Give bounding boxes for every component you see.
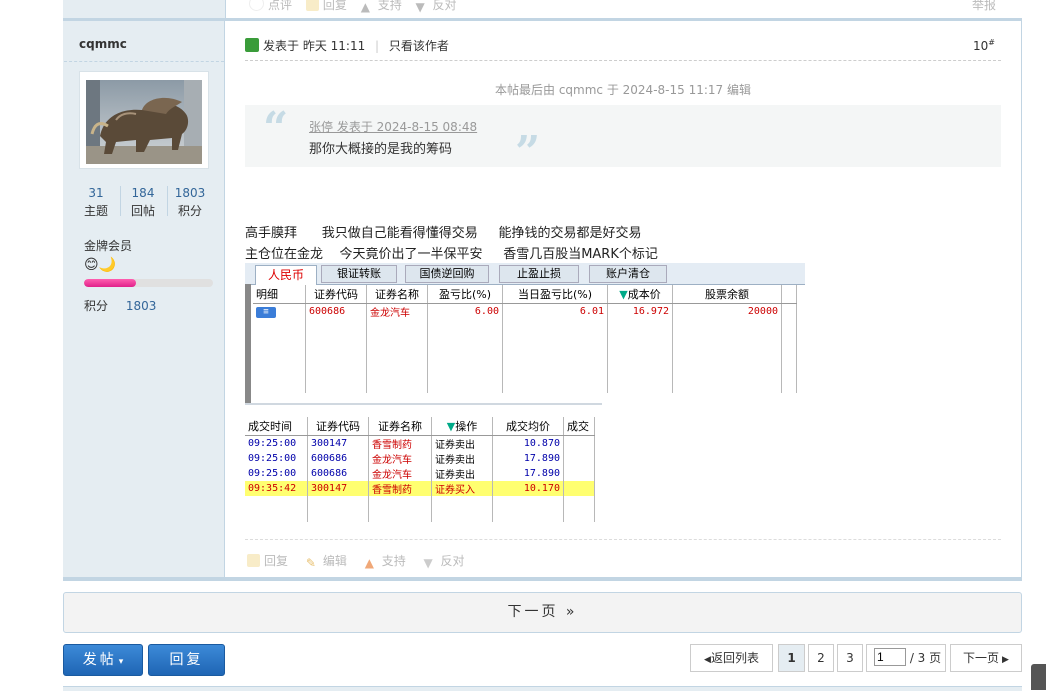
col-cost[interactable]: ▼成本价 [607, 285, 673, 304]
stat-threads[interactable]: 31 主题 [74, 186, 118, 219]
page-jump-input[interactable] [874, 648, 906, 666]
table-row-highlighted[interactable]: 09:35:42 300147 香雪制药 证券买入 10.170 [245, 481, 595, 496]
table-row[interactable]: 09:25:00 600686 金龙汽车 证券卖出 17.890 [245, 466, 595, 481]
tab-rmb[interactable]: 人民币 [255, 265, 317, 285]
avatar[interactable] [79, 71, 209, 169]
trades-table: 成交时间 证券代码 证券名称 ▼操作 成交均价 成交 09:25:00 30014… [245, 417, 595, 522]
left-frame [245, 284, 251, 403]
rank-stars-icon: 😊🌙 [84, 257, 117, 273]
col-balance[interactable]: 股票余额 [672, 285, 782, 304]
page-jump: / 3 页 [866, 644, 946, 672]
post-line-2: 主仓位在金龙 今天竟价出了一半保平安 香雪几百股当MARK个标记 [245, 247, 658, 262]
only-author-link[interactable]: 只看该作者 [389, 39, 449, 53]
tab-bank-transfer[interactable]: 银证转账 [321, 265, 397, 283]
detail-list-icon[interactable]: ≡ [256, 306, 276, 318]
divider [245, 539, 1001, 540]
divider [64, 61, 224, 62]
close-quote-icon: ” [515, 127, 541, 178]
username[interactable]: cqmmc [79, 37, 127, 51]
post-time: 发表于 昨天 11:11 [263, 39, 366, 53]
stat-replies[interactable]: 184 回帖 [121, 186, 165, 219]
col-trade-code[interactable]: 证券代码 [307, 417, 369, 436]
reply-link[interactable]: 回复 [247, 554, 288, 568]
next-page-bar[interactable]: 下一页 » [63, 592, 1022, 633]
previous-post-footer [63, 0, 1022, 21]
page-2-button[interactable]: 2 [808, 644, 834, 672]
prev-report-link[interactable]: 举报 [972, 0, 996, 13]
page-total: / 3 页 [909, 651, 942, 665]
prev-oppose-link[interactable]: ▼ 反对 [415, 0, 457, 14]
tab-stop-loss[interactable]: 止盈止损 [499, 265, 579, 283]
thumbs-down-icon: ▼ [415, 0, 425, 14]
open-quote-icon: “ [263, 103, 289, 154]
col-trade-name[interactable]: 证券名称 [368, 417, 432, 436]
pencil-icon: ✎ [305, 556, 316, 570]
detail-cell[interactable]: ≡ [253, 303, 306, 319]
edit-link[interactable]: ✎ 编辑 [305, 554, 347, 570]
quote-text: 那你大概接的是我的筹码 [309, 142, 453, 157]
divider [63, 686, 1022, 691]
floor-number[interactable]: 10# [973, 38, 995, 53]
prev-comment-link[interactable]: 点评 [249, 0, 292, 12]
col-trade-more[interactable]: 成交 [563, 417, 595, 436]
col-detail[interactable]: 明细 [253, 285, 306, 304]
quote-author-link[interactable]: 张停 发表于 2024-8-15 08:48 [309, 118, 477, 135]
thumbs-up-icon: ▲ [360, 0, 370, 14]
divider [63, 577, 1022, 581]
score-progress-fill [84, 279, 136, 287]
user-rank: 金牌会员 [84, 239, 133, 253]
table-row[interactable]: ≡ 600686 金龙汽车 6.00 6.01 16.972 20000 [253, 303, 797, 319]
table-row[interactable]: 09:25:00 600686 金龙汽车 证券卖出 17.890 [245, 451, 595, 466]
reply-icon [305, 0, 319, 11]
post-meta: 发表于 昨天 11:11 | 只看该作者 [245, 37, 449, 54]
oppose-link[interactable]: ▼ 反对 [423, 554, 465, 570]
prev-reply-link[interactable]: 回复 [305, 0, 347, 12]
next-page-button[interactable]: 下一页 ▶ [950, 644, 1022, 672]
reply-icon [247, 554, 260, 567]
thumbs-up-icon: ▲ [364, 556, 374, 570]
col-day-pl-ratio[interactable]: 当日盈亏比(%) [502, 285, 608, 304]
thumbs-down-icon: ▼ [423, 556, 433, 570]
page-3-button[interactable]: 3 [837, 644, 863, 672]
chevron-down-icon: ▾ [118, 657, 124, 667]
col-trade-op[interactable]: ▼操作 [431, 417, 493, 436]
score-label: 积分 [84, 299, 109, 313]
online-user-icon [245, 38, 259, 52]
sort-down-icon: ▼ [619, 288, 628, 301]
page-1-button[interactable]: 1 [778, 644, 805, 672]
col-pl-ratio[interactable]: 盈亏比(%) [427, 285, 503, 304]
col-trade-price[interactable]: 成交均价 [492, 417, 564, 436]
tab-clear-account[interactable]: 账户清仓 [589, 265, 667, 283]
chevron-right-icon: ▶ [1002, 655, 1009, 665]
col-code[interactable]: 证券代码 [305, 285, 367, 304]
score-row: 积分 1803 [84, 297, 156, 314]
post-line-1: 高手膜拜 我只做自己能看得懂得交易 能挣钱的交易都是好交易 [245, 226, 642, 241]
new-post-button[interactable]: 发帖 ▾ [63, 644, 143, 676]
prev-post-actions: 点评 回复 ▲ 支持 ▼ 反对 [249, 0, 457, 14]
feedback-icon[interactable] [1031, 664, 1046, 690]
tab-reverse-repo[interactable]: 国债逆回购 [405, 265, 489, 283]
score-progress-bar [84, 279, 213, 287]
col-name[interactable]: 证券名称 [366, 285, 428, 304]
comment-icon [249, 0, 264, 11]
stat-points[interactable]: 1803 积分 [168, 186, 212, 219]
sort-down-icon: ▼ [446, 420, 456, 433]
table-row[interactable]: 09:25:00 300147 香雪制药 证券卖出 10.870 [245, 435, 595, 451]
divider [245, 60, 1001, 61]
score-value[interactable]: 1803 [126, 299, 157, 313]
reply-button[interactable]: 回复 [148, 644, 225, 676]
quote-block: “ ” 张停 发表于 2024-8-15 08:48 那你大概接的是我的筹码 [245, 103, 1001, 178]
holdings-table: 明细 证券代码 证券名称 盈亏比(%) 当日盈亏比(%) ▼成本价 股票余额 ≡… [253, 285, 797, 393]
chevron-left-icon: ◀ [704, 655, 711, 665]
post-actions: 回复 ✎ 编辑 ▲ 支持 ▼ 反对 [247, 552, 465, 570]
col-trade-time[interactable]: 成交时间 [245, 417, 308, 436]
prev-support-link[interactable]: ▲ 支持 [360, 0, 402, 14]
support-link[interactable]: ▲ 支持 [364, 554, 406, 570]
back-to-list-button[interactable]: ◀返回列表 [690, 644, 773, 672]
bull-statue-image [86, 80, 202, 164]
edit-note: 本帖最后由 cqmmc 于 2024-8-15 11:17 编辑 [495, 83, 751, 97]
